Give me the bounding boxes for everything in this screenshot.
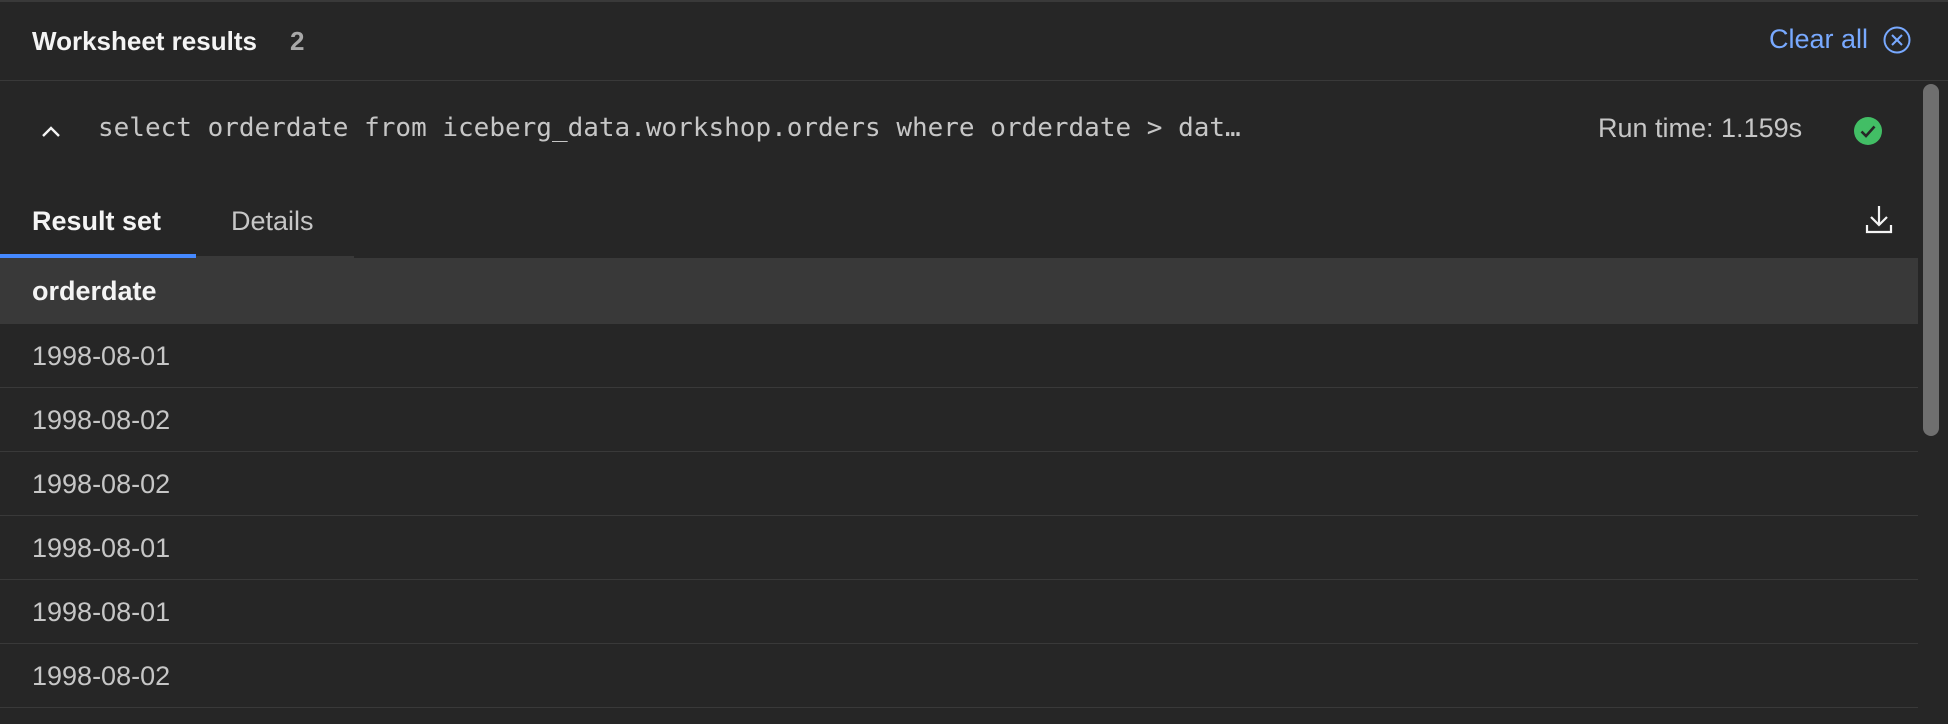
table-row: 1998-08-02 (0, 452, 1918, 516)
result-table: orderdate 1998-08-01 1998-08-02 1998-08-… (0, 258, 1918, 708)
column-header-orderdate[interactable]: orderdate (0, 258, 1918, 324)
query-text: select orderdate from iceberg_data.works… (98, 113, 1241, 143)
query-row[interactable]: select orderdate from iceberg_data.works… (0, 81, 1918, 181)
results-header: Worksheet results 2 Clear all (0, 0, 1948, 81)
results-tabs: Result set Details (0, 186, 354, 258)
table-row: 1998-08-01 (0, 580, 1918, 644)
table-row: 1998-08-01 (0, 324, 1918, 388)
clear-all-label: Clear all (1768, 24, 1868, 54)
checkmark-filled-icon (1854, 117, 1882, 145)
clear-all-button[interactable]: Clear all (1769, 24, 1912, 55)
run-time: Run time: 1.159s (1598, 113, 1803, 143)
tab-result-set[interactable]: Result set (0, 186, 196, 258)
results-count: 2 (290, 26, 305, 56)
table-row: 1998-08-02 (0, 644, 1918, 708)
scrollbar-thumb[interactable] (1923, 84, 1939, 436)
worksheet-results-panel: Worksheet results 2 Clear all select ord… (0, 0, 1948, 724)
chevron-up-icon[interactable] (36, 117, 66, 147)
download-icon[interactable] (1862, 202, 1896, 236)
table-row: 1998-08-01 (0, 516, 1918, 580)
table-row: 1998-08-02 (0, 388, 1918, 452)
panel-title: Worksheet results (32, 26, 257, 56)
tab-details[interactable]: Details (196, 186, 354, 258)
close-circle-icon (1883, 26, 1911, 53)
